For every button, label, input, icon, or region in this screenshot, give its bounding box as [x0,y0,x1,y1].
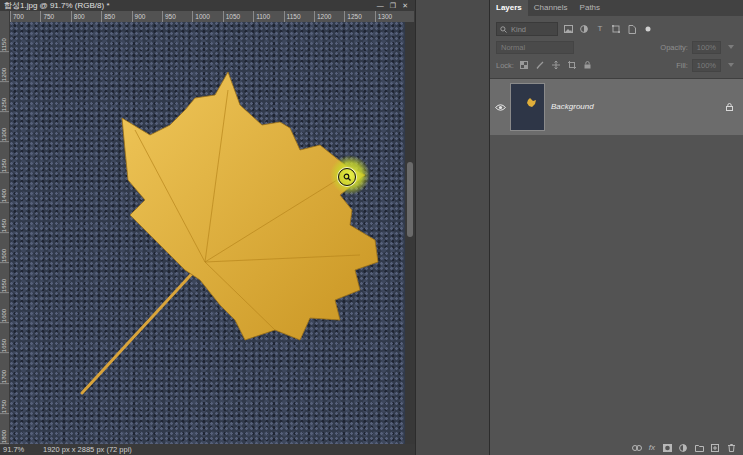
scrollbar-thumb[interactable] [407,162,413,237]
document-dimensions: 1920 px x 2885 px (72 ppi) [43,444,132,455]
lock-position-icon[interactable] [550,59,562,71]
ruler-tick: 1100 [253,11,283,22]
photo-image [10,22,405,444]
photo-canvas[interactable] [10,22,405,444]
ruler-tick: 850 [101,11,131,22]
window-control-button[interactable]: — [374,0,387,11]
ruler-tick: 1300 [0,112,9,142]
status-bar: 91.7%1920 px x 2885 px (72 ppi) [0,444,415,455]
layers-panel: LayersChannelsPathsTNormalOpacity:100%Lo… [490,0,743,455]
ruler-tick: 1050 [223,11,253,22]
panel-tab[interactable]: Layers [490,0,528,16]
delete-layer-icon[interactable] [725,442,737,454]
type-filter-button[interactable]: T [594,23,606,35]
lock-all-icon[interactable] [582,59,594,71]
ruler-tick: 1600 [0,293,9,323]
lock-row: Lock: Fill: 100% [490,56,743,74]
vertical-scrollbar[interactable] [405,22,415,444]
ruler-tick: 1700 [0,354,9,384]
window-control-button[interactable]: ✕ [399,0,411,11]
ruler-tick: 1450 [0,203,9,233]
vertical-ruler: 1150120012501300135014001450150015501600… [0,22,10,444]
ruler-tick: 1250 [344,11,374,22]
ruler-end [405,11,415,22]
ruler-tick: 800 [71,11,101,22]
visibility-toggle[interactable] [490,101,510,113]
ruler-tick: 1500 [0,233,9,263]
ruler-tick: 1800 [0,414,9,444]
ruler-tick: 1000 [192,11,222,22]
dropdown-arrow-icon[interactable] [725,59,737,71]
dropdown-arrow-icon[interactable] [725,41,737,53]
panel-tabs: LayersChannelsPaths [490,0,743,16]
fill-label: Fill: [676,61,688,70]
lock-icon[interactable] [723,101,735,113]
ruler-tick: 1200 [314,11,344,22]
ruler-tick: 1650 [0,323,9,353]
lock-pixels-icon[interactable] [534,59,546,71]
new-layer-icon[interactable] [709,442,721,454]
layer-name[interactable]: Background [545,102,594,112]
ruler-tick: 1200 [0,52,9,82]
blend-row: Normal Opacity: 100% [490,38,743,56]
panel-tab[interactable]: Channels [528,0,574,16]
adjustment-filter-icon[interactable] [578,23,590,35]
search-icon [499,23,507,35]
ruler-tick: 1750 [0,384,9,414]
ruler-tick: 950 [162,11,192,22]
brush-cursor-icon [338,168,356,186]
lock-label: Lock: [496,61,514,70]
ruler-corner [0,11,10,22]
opacity-label: Opacity: [660,43,688,52]
ruler-tick: 700 [10,11,40,22]
ruler-tick: 1550 [0,263,9,293]
document-window: 합성1.jpg @ 91.7% (RGB/8) *—❐✕700750800850… [0,0,415,455]
eye-icon[interactable] [494,101,506,113]
horizontal-ruler: 7007508008509009501000105011001150120012… [0,11,415,22]
lock-transparency-icon[interactable] [518,59,530,71]
panel-footer: fx [490,442,743,455]
window-controls: —❐✕ [374,0,411,11]
ruler-tick: 1350 [0,143,9,173]
layer-list: Background [490,78,743,442]
ruler-tick: 1250 [0,82,9,112]
group-folder-icon[interactable] [693,442,705,454]
filter-row: T [490,20,743,38]
zoom-level[interactable]: 91.7% [3,444,43,455]
blend-mode-value: Normal [501,43,525,52]
document-body: 1150120012501300135014001450150015501600… [0,22,415,444]
fill-field[interactable]: 100% [692,59,721,72]
lock-artboard-icon[interactable] [566,59,578,71]
document-tab: 합성1.jpg @ 91.7% (RGB/8) * —❐✕ [0,0,415,11]
ruler-tick: 750 [40,11,70,22]
workspace-gap [415,0,490,455]
smart-object-filter-icon[interactable] [626,23,638,35]
document-title[interactable]: 합성1.jpg @ 91.7% (RGB/8) * [4,0,110,11]
kind-input[interactable] [511,25,555,34]
fill-control: Fill: 100% [676,59,737,72]
opacity-field[interactable]: 100% [692,41,721,54]
opacity-control: Opacity: 100% [660,41,737,54]
layer-style-button[interactable]: fx [647,443,657,453]
image-filter-icon[interactable] [562,23,574,35]
panel-tab[interactable]: Paths [574,0,606,16]
layer-thumbnail [510,83,545,131]
filter-toggle-icon[interactable] [642,23,654,35]
ruler-tick: 1300 [375,11,405,22]
ruler-tick: 1400 [0,173,9,203]
shape-filter-icon[interactable] [610,23,622,35]
layer-lock [723,101,743,114]
blend-mode-select[interactable]: Normal [496,41,574,54]
ruler-tick: 900 [132,11,162,22]
window-control-button[interactable]: ❐ [387,0,399,11]
layer-row[interactable]: Background [490,79,743,135]
ruler-tick: 1150 [284,11,314,22]
link-layers-icon[interactable] [631,442,643,454]
kind-filter [496,22,558,36]
ruler-tick: 1150 [0,22,9,52]
workspace: 합성1.jpg @ 91.7% (RGB/8) *—❐✕700750800850… [0,0,743,455]
layer-mask-icon[interactable] [661,442,673,454]
adjustment-layer-icon[interactable] [677,442,689,454]
